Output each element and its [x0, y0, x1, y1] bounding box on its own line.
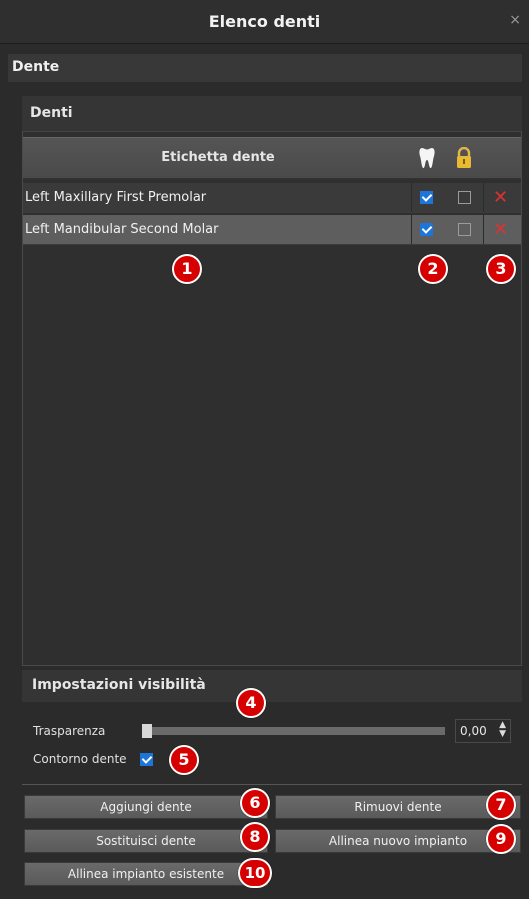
teeth-table-header: Etichetta dente [23, 137, 521, 179]
tooth-name: Left Maxillary First Premolar [25, 190, 207, 205]
delete-icon[interactable]: ✕ [493, 219, 508, 240]
align-existing-implant-button[interactable]: Allinea impianto esistente [24, 862, 268, 886]
column-divider [483, 215, 484, 244]
contour-checkbox[interactable] [140, 753, 153, 766]
callout-badge: 6 [240, 788, 270, 818]
lock-checkbox[interactable] [458, 191, 471, 204]
lock-icon [455, 146, 473, 173]
callout-badge: 2 [418, 254, 448, 284]
table-row[interactable]: Left Mandibular Second Molar ✕ [23, 215, 521, 245]
column-divider [411, 183, 412, 212]
callout-badge: 4 [236, 688, 266, 718]
column-divider [411, 215, 412, 244]
spin-arrows-icon[interactable]: ▲ ▼ [499, 721, 506, 739]
transparency-spinbox[interactable]: 0,00 ▲ ▼ [455, 719, 511, 743]
window-titlebar: Elenco denti × [0, 0, 529, 44]
visibility-settings-header: Impostazioni visibilità [22, 670, 522, 702]
callout-badge: 9 [486, 824, 516, 854]
lock-checkbox[interactable] [458, 223, 471, 236]
replace-tooth-button[interactable]: Sostituisci dente [24, 829, 268, 853]
tooth-name: Left Mandibular Second Molar [25, 222, 219, 237]
visibility-checkbox[interactable] [420, 223, 433, 236]
visibility-settings-label: Impostazioni visibilità [32, 677, 206, 693]
window-title: Elenco denti [208, 12, 321, 31]
callout-badge: 5 [169, 745, 199, 775]
visibility-checkbox[interactable] [420, 191, 433, 204]
callout-badge: 8 [240, 822, 270, 852]
tooth-icon [419, 146, 435, 174]
delete-icon[interactable]: ✕ [493, 187, 508, 208]
transparency-slider[interactable] [145, 727, 445, 735]
section-dente-label: Dente [12, 59, 60, 75]
callout-badge: 3 [486, 254, 516, 284]
column-divider [483, 183, 484, 212]
close-icon[interactable]: × [509, 12, 521, 28]
callout-badge: 10 [238, 858, 272, 888]
callout-badge: 1 [172, 254, 202, 284]
transparency-label: Trasparenza [33, 724, 106, 738]
table-row[interactable]: Left Maxillary First Premolar ✕ [23, 183, 521, 213]
callout-badge: 7 [486, 790, 516, 820]
teeth-panel-header: Denti [22, 96, 522, 132]
remove-tooth-button[interactable]: Rimuovi dente [275, 795, 521, 819]
column-header-label: Etichetta dente [161, 150, 275, 165]
teeth-panel-label: Denti [30, 105, 73, 121]
add-tooth-button[interactable]: Aggiungi dente [24, 795, 268, 819]
transparency-value: 0,00 [460, 724, 487, 738]
align-new-implant-button[interactable]: Allinea nuovo impianto [275, 829, 521, 853]
divider [22, 784, 522, 785]
section-dente-header[interactable]: Dente [8, 54, 522, 82]
contour-label: Contorno dente [33, 752, 127, 766]
transparency-slider-thumb[interactable] [142, 724, 152, 738]
teeth-panel [22, 96, 522, 666]
